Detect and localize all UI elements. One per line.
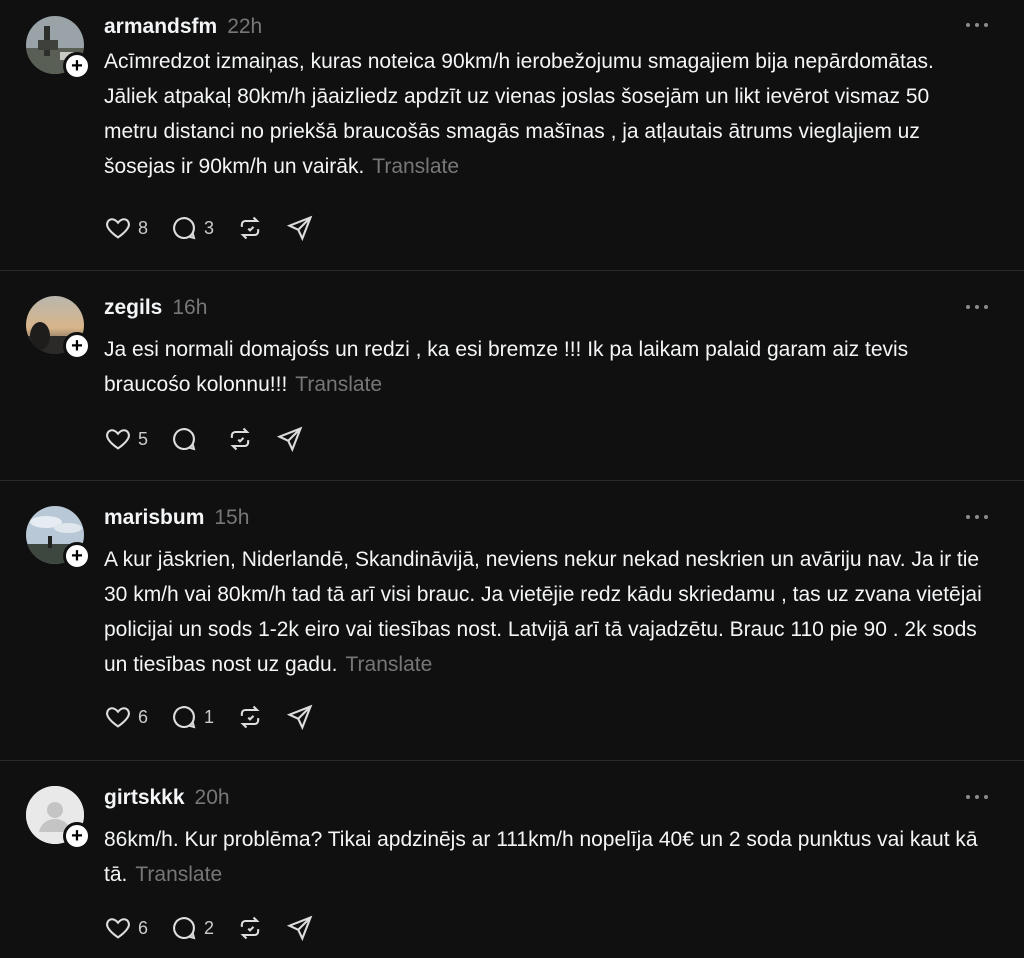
timestamp[interactable]: 16h	[172, 296, 207, 319]
post: + armandsfm 22h Acīmredzot izmaiņas, kura…	[0, 0, 1024, 271]
reply-count: 3	[204, 217, 215, 238]
post-text: 86km/h. Kur problēma? Tikai apdzinējs ar…	[104, 822, 984, 892]
post-body: Acīmredzot izmaiņas, kuras noteica 90km/…	[104, 50, 934, 178]
follow-plus-icon[interactable]: +	[63, 52, 91, 80]
like-button[interactable]: 6	[104, 703, 148, 731]
timestamp[interactable]: 20h	[195, 786, 230, 809]
post-header: armandsfm 22h	[104, 12, 262, 42]
post-text: Ja esi normali domajośs un redzi , ka es…	[104, 332, 984, 402]
post-body: 86km/h. Kur problēma? Tikai apdzinējs ar…	[104, 828, 978, 886]
post-body: Ja esi normali domajośs un redzi , ka es…	[104, 338, 909, 396]
more-dots-icon[interactable]	[966, 512, 990, 522]
username[interactable]: armandsfm	[104, 15, 217, 38]
translate-link[interactable]: Translate	[295, 373, 382, 396]
like-count: 5	[138, 428, 149, 449]
share-button[interactable]	[286, 914, 314, 942]
timestamp[interactable]: 22h	[227, 15, 262, 38]
post-header: girtskkk 20h	[104, 783, 230, 813]
comment-bubble-icon	[173, 428, 196, 451]
repost-icon	[240, 705, 260, 729]
comment-bubble-icon	[173, 217, 196, 240]
comment-bubble-icon	[173, 917, 196, 940]
reply-button[interactable]: 3	[170, 214, 214, 242]
like-count: 8	[138, 217, 149, 238]
action-bar: 6 2	[104, 913, 336, 943]
repost-button[interactable]	[236, 214, 264, 242]
username[interactable]: marisbum	[104, 506, 204, 529]
more-dots-icon[interactable]	[966, 792, 990, 802]
post-body: A kur jāskrien, Niderlandē, Skandināvijā…	[104, 548, 982, 676]
repost-button[interactable]	[226, 425, 254, 453]
send-icon	[286, 215, 313, 242]
share-button[interactable]	[276, 425, 304, 453]
repost-icon	[230, 427, 250, 451]
username[interactable]: zegils	[104, 296, 162, 319]
post: + marisbum 15h A kur jāskrien, Niderlandē…	[0, 480, 1024, 761]
action-bar: 6 1	[104, 702, 336, 732]
more-dots-icon[interactable]	[966, 20, 990, 30]
heart-icon	[106, 707, 130, 728]
post-header: marisbum 15h	[104, 503, 249, 533]
follow-plus-icon[interactable]: +	[63, 542, 91, 570]
timestamp[interactable]: 15h	[214, 506, 249, 529]
heart-icon	[106, 918, 130, 939]
repost-icon	[240, 916, 260, 940]
reply-button[interactable]	[170, 425, 204, 453]
like-button[interactable]: 6	[104, 914, 148, 942]
share-button[interactable]	[286, 703, 314, 731]
share-button[interactable]	[286, 214, 314, 242]
post-text: Acīmredzot izmaiņas, kuras noteica 90km/…	[104, 44, 984, 184]
action-bar: 8 3	[104, 213, 336, 243]
heart-icon	[106, 218, 130, 239]
repost-button[interactable]	[236, 914, 264, 942]
reply-count: 1	[204, 706, 215, 727]
like-count: 6	[138, 917, 149, 938]
reply-count: 2	[204, 917, 215, 938]
post-text: A kur jāskrien, Niderlandē, Skandināvijā…	[104, 542, 984, 682]
send-icon	[276, 426, 303, 453]
username[interactable]: girtskkk	[104, 786, 185, 809]
follow-plus-icon[interactable]: +	[63, 822, 91, 850]
send-icon	[286, 915, 313, 942]
comment-bubble-icon	[173, 706, 196, 729]
repost-icon	[240, 216, 260, 240]
post-header: zegils 16h	[104, 293, 207, 323]
reply-button[interactable]: 2	[170, 914, 214, 942]
translate-link[interactable]: Translate	[372, 155, 459, 178]
more-dots-icon[interactable]	[966, 302, 990, 312]
like-button[interactable]: 5	[104, 425, 148, 453]
follow-plus-icon[interactable]: +	[63, 332, 91, 360]
post: + zegils 16h Ja esi normali domajośs un r…	[0, 270, 1024, 481]
like-count: 6	[138, 706, 149, 727]
repost-button[interactable]	[236, 703, 264, 731]
heart-icon	[106, 429, 130, 450]
translate-link[interactable]: Translate	[346, 653, 433, 676]
action-bar: 5	[104, 424, 326, 454]
post: + girtskkk 20h 86km/h. Kur problēma? Tika…	[0, 760, 1024, 958]
translate-link[interactable]: Translate	[135, 863, 222, 886]
like-button[interactable]: 8	[104, 214, 148, 242]
send-icon	[286, 704, 313, 731]
reply-button[interactable]: 1	[170, 703, 214, 731]
